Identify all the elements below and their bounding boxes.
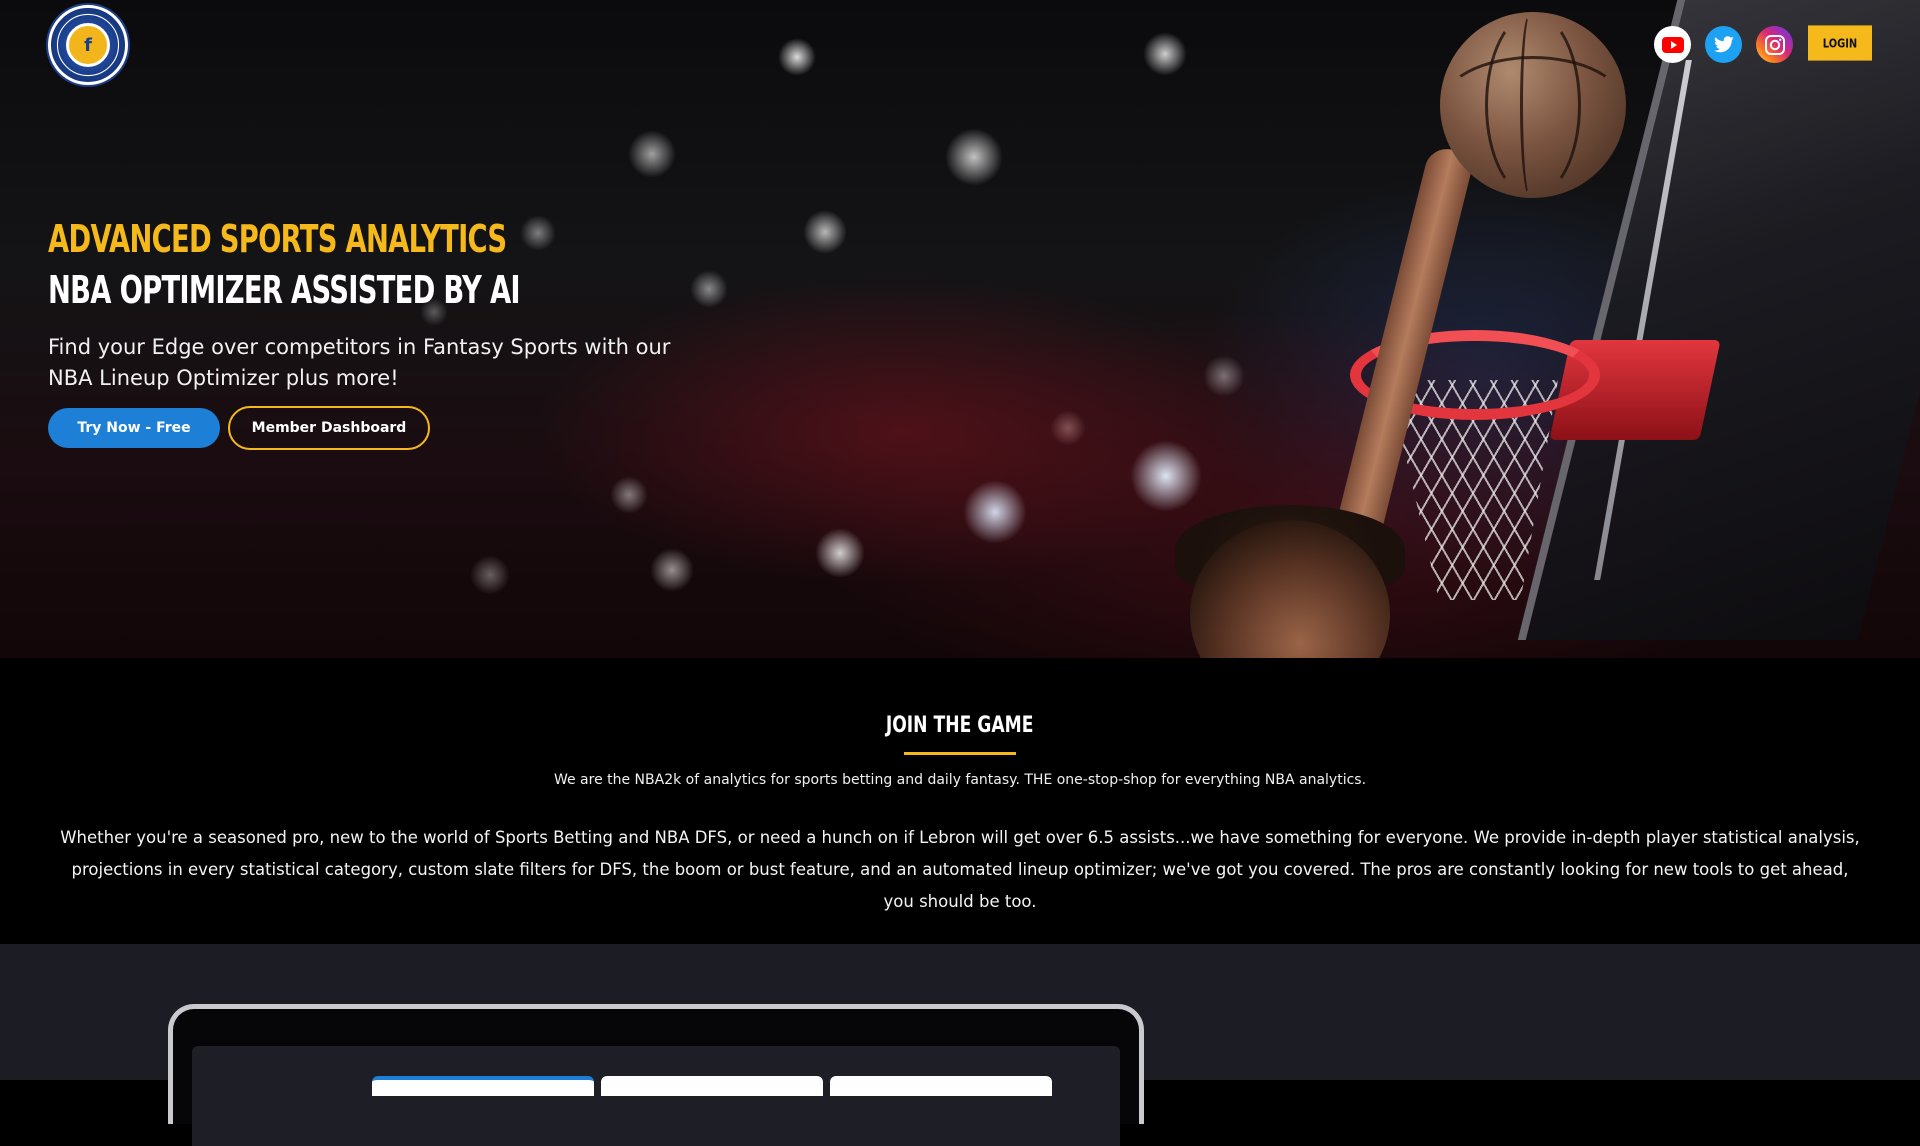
bokeh-light: [1050, 410, 1086, 446]
join-tagline: We are the NBA2k of analytics for sports…: [553, 772, 1367, 788]
bokeh-light: [1203, 355, 1245, 397]
bokeh-light: [650, 548, 694, 592]
bokeh-light: [803, 210, 847, 254]
laptop-mockup: [168, 1004, 1144, 1146]
bokeh-light: [628, 130, 676, 178]
youtube-icon[interactable]: [1654, 26, 1691, 63]
hero-cta-row: Try Now - Free Member Dashboard: [48, 406, 703, 450]
hero-subtext: Find your Edge over competitors in Fanta…: [48, 335, 671, 390]
laptop-screen: [192, 1046, 1120, 1146]
try-now-free-button[interactable]: Try Now - Free: [48, 408, 220, 448]
bokeh-light: [1143, 32, 1187, 76]
preview-tab-active: [372, 1076, 594, 1096]
bokeh-light: [945, 128, 1003, 186]
hero-headline-secondary: NBA OPTIMIZER ASSISTED BY AI: [48, 268, 521, 312]
bokeh-light: [1130, 440, 1202, 512]
join-description: Whether you're a seasoned pro, new to th…: [60, 828, 1860, 911]
login-button[interactable]: LOGIN: [1808, 25, 1872, 61]
join-the-game-section: JOIN THE GAME We are the NBA2k of analyt…: [0, 658, 1920, 944]
bokeh-light: [778, 38, 816, 76]
instagram-icon[interactable]: [1756, 26, 1793, 63]
site-logo[interactable]: f: [48, 5, 128, 85]
bokeh-light: [470, 555, 510, 595]
logo-ring-icon: [56, 13, 120, 77]
bokeh-light: [610, 476, 648, 514]
hero-copy: ADVANCED SPORTS ANALYTICS NBA OPTIMIZER …: [48, 216, 703, 450]
join-section-title-text: JOIN THE GAME: [886, 713, 1034, 738]
join-section-title: JOIN THE GAME: [0, 713, 1920, 738]
product-preview-section: [0, 944, 1920, 1146]
hero-section: f LOGIN ADVANCED SPORTS ANALYTICS NBA OP…: [0, 0, 1920, 658]
basketball-seam: [1520, 12, 1540, 198]
hero-headline-primary: ADVANCED SPORTS ANALYTICS: [48, 217, 507, 261]
preview-tab: [601, 1076, 823, 1096]
bokeh-light: [963, 480, 1027, 544]
title-underline: [904, 752, 1016, 755]
bokeh-light: [815, 528, 865, 578]
twitter-icon[interactable]: [1705, 26, 1742, 63]
member-dashboard-button[interactable]: Member Dashboard: [228, 406, 430, 450]
preview-tab: [830, 1076, 1052, 1096]
